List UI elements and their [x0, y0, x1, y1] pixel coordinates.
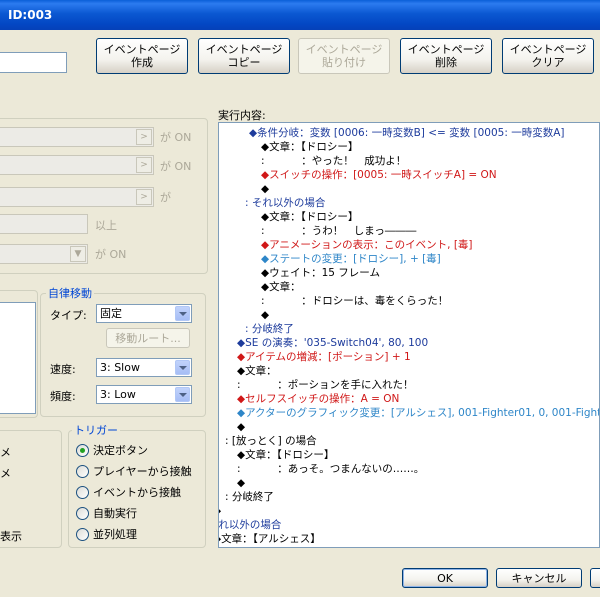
trigger-radio-5[interactable]: 並列処理: [76, 526, 137, 542]
apply-button[interactable]: [590, 568, 600, 588]
command-line[interactable]: ◆アニメーションの表示：このイベント, [毒]: [261, 238, 473, 252]
radio-circle-icon[interactable]: [76, 527, 89, 541]
radio-circle-icon[interactable]: [76, 464, 89, 478]
chevron-down-icon[interactable]: [175, 360, 190, 375]
event-page-button-4[interactable]: イベントページ 削除: [400, 38, 492, 74]
event-page-button-label: 貼り付け: [322, 56, 366, 69]
graphic-preview[interactable]: [0, 302, 36, 414]
command-line[interactable]: ◆文章：【ドロシー】: [261, 210, 358, 224]
event-page-button-2[interactable]: イベントページ コピー: [198, 38, 290, 74]
command-line[interactable]: ◆文章：【アルシェス】: [219, 532, 321, 546]
ok-label: OK: [437, 571, 453, 585]
radio-circle-icon[interactable]: [76, 485, 89, 499]
trigger-radio-label: 決定ボタン: [93, 444, 148, 457]
frequency-value: 3: Low: [100, 388, 136, 401]
trigger-title: トリガー: [72, 422, 120, 438]
type-value: 固定: [100, 307, 122, 320]
command-line[interactable]: : ：うわ！ しまっ―――: [261, 224, 416, 238]
event-page-button-label: イベントページ: [205, 43, 283, 56]
chevron-down-icon[interactable]: [175, 306, 190, 321]
move-route-label: 移動ルート...: [115, 331, 181, 345]
event-page-button-label: 作成: [131, 56, 153, 69]
command-line[interactable]: ◆アクターのグラフィック変更：[アルシェス], 001-Fighter01, 0…: [237, 406, 599, 420]
event-page-button-label: クリア: [531, 56, 565, 69]
event-name-input[interactable]: [0, 52, 67, 73]
frequency-select[interactable]: 3: Low: [96, 385, 192, 404]
command-line[interactable]: ◆セルフスイッチの操作：A = ON: [237, 392, 399, 406]
command-line[interactable]: : それ以外の場合: [245, 196, 325, 210]
event-page-button-3: イベントページ 貼り付け: [298, 38, 390, 74]
cancel-label: キャンセル: [511, 571, 567, 585]
command-line[interactable]: ◆: [261, 308, 269, 322]
option-item-2[interactable]: メ: [0, 465, 11, 481]
trigger-radio-label: プレイヤーから接触: [93, 465, 192, 478]
conditions-group-frame: [0, 118, 208, 274]
command-line[interactable]: ◆: [261, 182, 269, 196]
event-page-button-label: イベントページ: [509, 43, 587, 56]
command-line[interactable]: ◆SE の演奏：'035-Switch04', 80, 100: [237, 336, 428, 350]
command-line[interactable]: : ：やった！ 成功よ！: [261, 154, 406, 168]
command-line[interactable]: ◆: [237, 476, 245, 490]
radio-circle-icon[interactable]: [76, 506, 89, 520]
command-line[interactable]: : 分岐終了: [225, 490, 274, 504]
command-line[interactable]: ◆: [237, 420, 245, 434]
speed-value: 3: Slow: [100, 361, 140, 374]
ok-button[interactable]: OK: [402, 568, 488, 588]
event-page-button-label: イベントページ: [407, 43, 485, 56]
speed-select[interactable]: 3: Slow: [96, 358, 192, 377]
window-titlebar: ID:003: [0, 0, 600, 30]
autonomous-title: 自律移動: [46, 285, 94, 301]
radio-circle-icon[interactable]: [76, 443, 89, 457]
move-route-button: 移動ルート...: [106, 328, 190, 348]
command-line[interactable]: ◆文章：: [261, 280, 301, 294]
command-line[interactable]: : 分岐終了: [245, 322, 294, 336]
command-line[interactable]: ◆ウェイト：15 フレーム: [261, 266, 380, 280]
event-page-button-label: 削除: [435, 56, 457, 69]
command-line[interactable]: : [放っとく] の場合: [225, 434, 317, 448]
command-line[interactable]: ◆ステートの変更：[ドロシー], + [毒]: [261, 252, 441, 266]
type-label: タイプ:: [50, 309, 87, 322]
command-line[interactable]: : それ以外の場合: [219, 518, 281, 532]
event-page-button-label: イベントページ: [305, 43, 383, 56]
option-item-1[interactable]: メ: [0, 444, 11, 460]
command-line[interactable]: ◆: [219, 504, 221, 518]
speed-label: 速度:: [50, 363, 76, 376]
command-line[interactable]: ◆アイテムの増減：[ポーション] + 1: [237, 350, 411, 364]
trigger-radio-4[interactable]: 自動実行: [76, 505, 137, 521]
event-page-button-1[interactable]: イベントページ 作成: [96, 38, 188, 74]
trigger-radio-label: イベントから接触: [93, 486, 181, 499]
trigger-radio-1[interactable]: 決定ボタン: [76, 442, 148, 458]
command-line[interactable]: ◆文章：【ドロシー】: [261, 140, 358, 154]
command-line[interactable]: ◆文章：【ドロシー】: [237, 448, 334, 462]
event-page-button-5[interactable]: イベントページ クリア: [502, 38, 594, 74]
command-line[interactable]: : ：ポーションを手に入れた！: [237, 378, 414, 392]
option-item-3[interactable]: 表示: [0, 528, 22, 544]
command-line[interactable]: : ：ドロシーは、毒をくらった！: [261, 294, 448, 308]
chevron-down-icon[interactable]: [175, 387, 190, 402]
event-page-button-label: コピー: [227, 56, 261, 69]
event-page-button-label: イベントページ: [103, 43, 181, 56]
command-line[interactable]: ◆条件分岐：変数 [0006: 一時変数B] <= 変数 [0005: 一時変数…: [249, 126, 565, 140]
trigger-radio-label: 自動実行: [93, 507, 137, 520]
type-select[interactable]: 固定: [96, 304, 192, 323]
cancel-button[interactable]: キャンセル: [496, 568, 582, 588]
contents-label: 実行内容:: [218, 109, 266, 122]
event-command-list[interactable]: ◆条件分岐：変数 [0006: 一時変数B] <= 変数 [0005: 一時変数…: [218, 122, 600, 548]
command-line[interactable]: ◆スイッチの操作：[0005: 一時スイッチA] = ON: [261, 168, 497, 182]
frequency-label: 頻度:: [50, 390, 76, 403]
command-line[interactable]: ◆文章：: [237, 364, 277, 378]
trigger-radio-label: 並列処理: [93, 528, 137, 541]
trigger-radio-2[interactable]: プレイヤーから接触: [76, 463, 192, 479]
window-title: ID:003: [8, 8, 53, 22]
trigger-radio-3[interactable]: イベントから接触: [76, 484, 181, 500]
command-line[interactable]: : ：あっそ。つまんないの……。: [237, 462, 424, 476]
